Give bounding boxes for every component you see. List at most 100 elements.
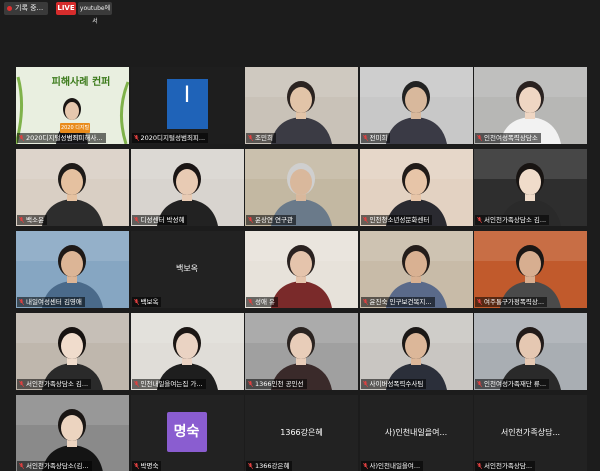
participant-name-label: 인천여성가족재단 류... xyxy=(475,379,550,389)
participant-name-label: 인천내일을여는집 가... xyxy=(131,379,206,389)
event-badge: 2020 디지털성범죄 xyxy=(60,123,90,141)
participant-name-label: 인천청소년성문화센터 xyxy=(360,215,433,225)
muted-mic-icon xyxy=(133,299,139,305)
participant-name: 인천여성폭력상담소 xyxy=(484,134,538,142)
participant-name-label: 서인천가족상담소 김... xyxy=(475,215,550,225)
muted-mic-icon xyxy=(362,381,368,387)
participant-tile[interactable]: 서인천가족상담소 김... xyxy=(16,313,129,390)
muted-mic-icon xyxy=(19,135,24,141)
participant-name-label: 조민희 xyxy=(246,133,276,143)
participant-name: 인천청소년성문화센터 xyxy=(369,216,430,224)
youtube-stream-label[interactable]: youtube에서 xyxy=(78,2,112,25)
muted-mic-icon xyxy=(19,217,24,223)
participant-name: 디성센터 박성혜 xyxy=(140,216,185,224)
participant-name-label: 디성센터 박성혜 xyxy=(131,215,188,225)
participant-name: 서인천가족상담... xyxy=(484,462,533,470)
participant-display-name: 사)인천내일을여... xyxy=(384,428,448,437)
muted-mic-icon xyxy=(133,217,139,223)
participant-name-label: 서인천가족상담... xyxy=(475,461,536,471)
muted-mic-icon xyxy=(248,135,253,141)
muted-mic-icon xyxy=(477,381,482,387)
participant-name-label: 성애 유 xyxy=(246,297,279,307)
participant-name-label: 여주통구가정폭력상... xyxy=(475,297,548,307)
participant-tile[interactable]: 1366인천 공인선 xyxy=(245,313,358,390)
live-badge: LIVE xyxy=(56,2,76,15)
participant-tile[interactable]: 윤상연 연구관 xyxy=(245,149,358,226)
participant-name: 윤진숙 인구보건복지... xyxy=(369,298,432,306)
participant-name: 사이버성폭력수사팀 xyxy=(369,380,424,388)
participant-tile[interactable]: 명숙 박명숙 xyxy=(130,395,244,471)
muted-mic-icon xyxy=(19,463,24,469)
participant-tile[interactable]: 인천여성폭력상담소 xyxy=(474,67,587,144)
participant-tile[interactable]: 여주통구가정폭력상... xyxy=(474,231,587,308)
participant-name: 성애 유 xyxy=(255,298,276,306)
participant-tile[interactable]: 인천여성가족재단 류... xyxy=(474,313,587,390)
participant-name: 윤상연 연구관 xyxy=(255,216,293,224)
muted-mic-icon xyxy=(362,299,368,305)
participant-name: 백보옥 xyxy=(140,298,159,306)
participant-name: 1366인천 공인선 xyxy=(255,380,304,388)
participant-tile[interactable]: 조민희 xyxy=(245,67,358,144)
muted-mic-icon xyxy=(133,463,139,469)
participant-tile[interactable]: 디성센터 박성혜 xyxy=(130,149,244,226)
participant-tile[interactable]: 내일여성센터 김영애 xyxy=(16,231,129,308)
participant-name: 서인천가족상담소(김... xyxy=(26,462,89,470)
participant-name: 전미희 xyxy=(369,134,388,142)
participant-name-label: 1366강은혜 xyxy=(246,461,293,471)
muted-mic-icon xyxy=(477,463,482,469)
participant-name-label: 백보옥 xyxy=(131,297,162,307)
muted-mic-icon xyxy=(362,463,368,469)
participant-name-label: 2020디지털성범죄피... xyxy=(131,133,209,143)
muted-mic-icon xyxy=(19,299,24,305)
participant-tile[interactable]: 인천내일을여는집 가... xyxy=(130,313,244,390)
participant-tile[interactable]: 윤진숙 인구보건복지... xyxy=(359,231,473,308)
participant-name: 박명숙 xyxy=(140,462,159,470)
participant-tile[interactable]: 사이버성폭력수사팀 xyxy=(359,313,473,390)
participant-name: 서인천가족상담소 김... xyxy=(26,380,89,388)
participant-tile[interactable]: 사)인천내일을여... 사)인천내일을여... xyxy=(359,395,473,471)
participant-name-label: 사이버성폭력수사팀 xyxy=(360,379,427,389)
standee-letter: I xyxy=(183,83,191,108)
participant-name: 2020디지털성범죄피해사... xyxy=(26,134,103,142)
participant-name-label: 내일여성센터 김영애 xyxy=(17,297,85,307)
participant-tile[interactable]: I 2020디지털성범죄피... xyxy=(130,67,244,144)
participant-tile[interactable]: 서인천가족상담소(김... xyxy=(16,395,129,471)
participant-name-label: 인천여성폭력상담소 xyxy=(475,133,541,143)
participant-name: 사)인천내일을여... xyxy=(369,462,421,470)
participant-tile[interactable]: 서인천가족상담소 김... xyxy=(474,149,587,226)
participant-tile[interactable]: 성애 유 xyxy=(245,231,358,308)
participant-tile[interactable]: 전미희 xyxy=(359,67,473,144)
participant-display-name: 1366강은혜 xyxy=(280,428,323,437)
participant-name: 내일여성센터 김영애 xyxy=(26,298,82,306)
participant-name-label: 2020디지털성범죄피해사... xyxy=(17,133,106,143)
recording-indicator[interactable]: 기록 중... xyxy=(4,2,48,15)
participant-tile[interactable]: 백보옥 백보옥 xyxy=(130,231,244,308)
muted-mic-icon xyxy=(362,217,368,223)
muted-mic-icon xyxy=(248,217,253,223)
participant-tile[interactable]: 1366강은혜 1366강은혜 xyxy=(245,395,358,471)
muted-mic-icon xyxy=(133,135,139,141)
participant-name-label: 서인천가족상담소(김... xyxy=(17,461,92,471)
muted-mic-icon xyxy=(477,299,482,305)
participant-name-label: 1366인천 공인선 xyxy=(246,379,307,389)
banner-title: 피해사례 컨퍼 xyxy=(51,77,111,88)
participant-name: 백소윤 xyxy=(26,216,44,224)
participant-name: 인천내일을여는집 가... xyxy=(140,380,203,388)
participant-name: 여주통구가정폭력상... xyxy=(484,298,545,306)
top-status-bar: 기록 중... LIVE youtube에서 xyxy=(0,0,600,25)
participant-name-label: 사)인천내일을여... xyxy=(360,461,424,471)
participant-tile[interactable]: 인천청소년성문화센터 xyxy=(359,149,473,226)
participant-name: 1366강은혜 xyxy=(255,462,290,470)
participant-tile[interactable]: 피해사례 컨퍼 2020 디지털성범죄2020디지털성범죄피해사... xyxy=(16,67,129,144)
muted-mic-icon xyxy=(133,381,139,387)
participant-tile[interactable]: 백소윤 xyxy=(16,149,129,226)
muted-mic-icon xyxy=(477,217,482,223)
participant-name-label: 서인천가족상담소 김... xyxy=(17,379,92,389)
muted-mic-icon xyxy=(248,463,253,469)
record-dot-icon xyxy=(7,6,12,11)
participant-tile[interactable]: 서인천가족상담... 서인천가족상담... xyxy=(474,395,587,471)
muted-mic-icon xyxy=(362,135,368,141)
muted-mic-icon xyxy=(19,381,24,387)
participant-name: 서인천가족상담소 김... xyxy=(484,216,547,224)
muted-mic-icon xyxy=(477,135,482,141)
